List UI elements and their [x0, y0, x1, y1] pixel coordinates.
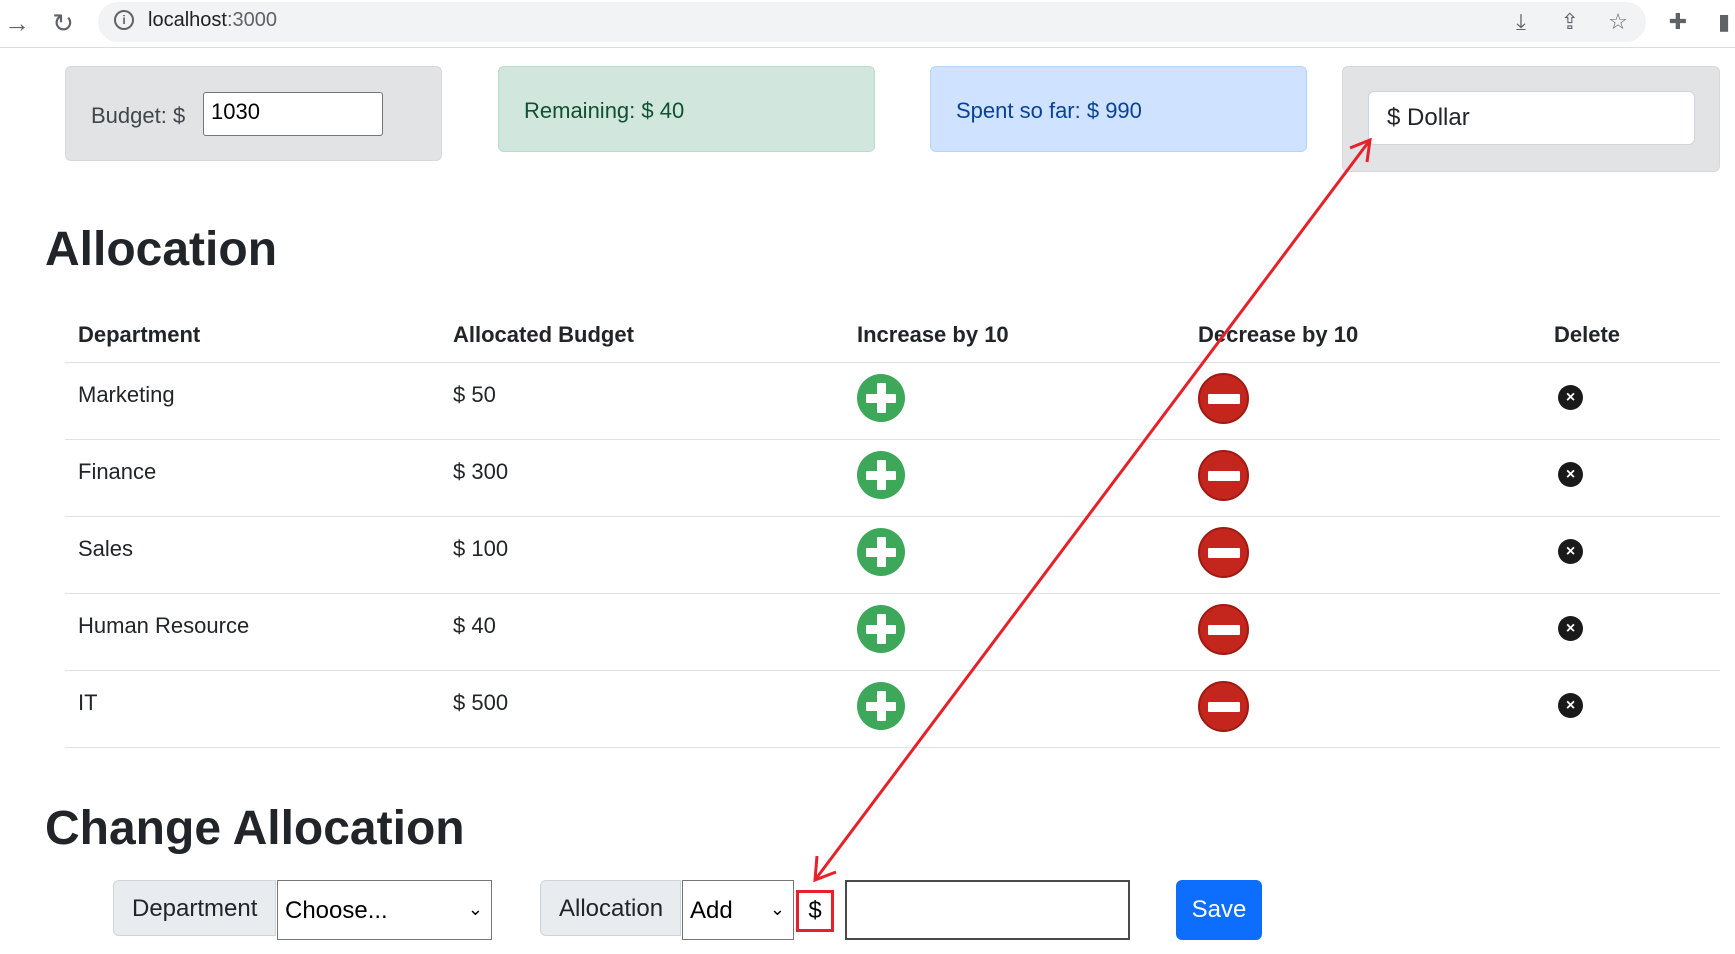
budget-label: Budget: $: [91, 103, 186, 128]
allocation-label: Allocation: [540, 880, 681, 936]
increase-button[interactable]: [857, 605, 905, 653]
row-divider: [65, 593, 1720, 594]
forward-icon[interactable]: →: [2, 8, 32, 38]
spent-text: Spent so far: $ 990: [956, 98, 1142, 123]
row-divider: [65, 670, 1720, 671]
allocation-heading: Allocation: [45, 223, 278, 276]
delete-icon[interactable]: ×: [1558, 616, 1583, 641]
url-port: :3000: [226, 9, 277, 31]
share-icon[interactable]: ⇪: [1556, 8, 1584, 36]
department-select-value: Choose...: [285, 897, 388, 924]
delete-icon[interactable]: ×: [1558, 462, 1583, 487]
change-allocation-heading: Change Allocation: [45, 802, 465, 855]
increase-button[interactable]: [857, 528, 905, 576]
delete-icon[interactable]: ×: [1558, 385, 1583, 410]
decrease-button[interactable]: [1198, 527, 1249, 578]
col-header-department: Department: [78, 322, 201, 347]
row-department: Sales: [78, 536, 134, 561]
budget-card: Budget: $ 1030: [65, 66, 442, 161]
delete-icon[interactable]: ×: [1558, 693, 1583, 718]
department-label: Department: [113, 880, 276, 936]
chevron-down-icon: ⌄: [467, 899, 483, 919]
browser-toolbar: → ↻ i localhost:3000 ⤓ ⇪ ☆ ✚ ▮: [0, 0, 1735, 48]
currency-card: $ Dollar: [1342, 66, 1720, 172]
row-divider: [65, 747, 1720, 748]
site-info-icon[interactable]: i: [114, 10, 134, 30]
row-budget: $ 300: [453, 459, 509, 484]
currency-symbol: $: [796, 890, 834, 932]
col-header-decrease: Decrease by 10: [1198, 322, 1359, 347]
increase-button[interactable]: [857, 451, 905, 499]
row-department: Marketing: [78, 382, 175, 407]
side-panel-icon[interactable]: ▮: [1710, 8, 1735, 36]
budget-input[interactable]: 1030: [203, 92, 383, 136]
col-header-allocated-budget: Allocated Budget: [453, 322, 634, 347]
decrease-button[interactable]: [1198, 373, 1249, 424]
decrease-button[interactable]: [1198, 604, 1249, 655]
chevron-down-icon: ⌄: [769, 899, 785, 919]
row-department: Human Resource: [78, 613, 250, 638]
col-header-increase: Increase by 10: [857, 322, 1009, 347]
decrease-button[interactable]: [1198, 681, 1249, 732]
row-divider: [65, 516, 1720, 517]
install-icon[interactable]: ⤓: [1507, 8, 1535, 36]
row-budget: $ 40: [453, 613, 496, 638]
col-header-delete: Delete: [1554, 322, 1621, 347]
row-budget: $ 50: [453, 382, 496, 407]
url-host: localhost: [148, 9, 227, 31]
remaining-card: Remaining: $ 40: [498, 66, 875, 152]
row-department: Finance: [78, 459, 157, 484]
row-budget: $ 100: [453, 536, 509, 561]
decrease-button[interactable]: [1198, 450, 1249, 501]
row-divider: [65, 439, 1720, 440]
currency-select[interactable]: $ Dollar: [1368, 91, 1695, 145]
action-select-value: Add: [690, 897, 733, 924]
header-divider: [65, 362, 1720, 363]
row-budget: $ 500: [453, 690, 509, 715]
spent-card: Spent so far: $ 990: [930, 66, 1307, 152]
delete-icon[interactable]: ×: [1558, 539, 1583, 564]
department-select[interactable]: Choose... ⌄: [277, 880, 492, 940]
remaining-text: Remaining: $ 40: [524, 98, 685, 123]
increase-button[interactable]: [857, 682, 905, 730]
increase-button[interactable]: [857, 374, 905, 422]
action-select[interactable]: Add ⌄: [682, 880, 794, 940]
bookmark-star-icon[interactable]: ☆: [1604, 8, 1632, 36]
row-department: IT: [78, 690, 98, 715]
save-button[interactable]: Save: [1176, 880, 1262, 940]
address-bar[interactable]: [98, 2, 1646, 42]
reload-icon[interactable]: ↻: [48, 8, 78, 38]
url-text[interactable]: localhost:3000: [148, 9, 277, 32]
extensions-icon[interactable]: ✚: [1664, 8, 1692, 36]
allocation-amount-input[interactable]: [845, 880, 1130, 940]
